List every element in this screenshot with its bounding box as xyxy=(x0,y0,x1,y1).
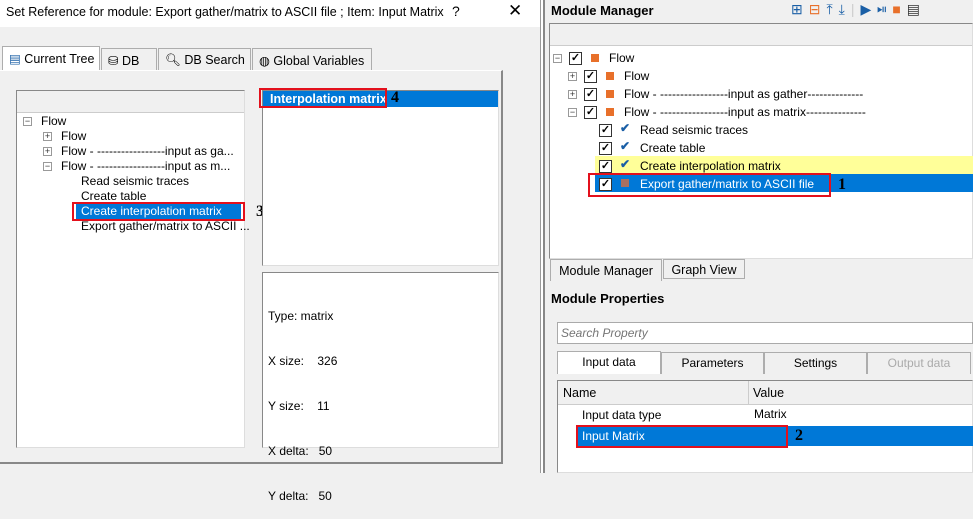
tree-item[interactable]: Flow - -----------------input as m... xyxy=(61,159,230,174)
dialog-title: Set Reference for module: Export gather/… xyxy=(6,5,444,19)
module-item[interactable]: Flow - -----------------input as matrix-… xyxy=(624,103,866,121)
module-manager-title: Module Manager xyxy=(551,3,654,18)
splitter[interactable] xyxy=(540,0,545,473)
annotation-box-2 xyxy=(576,425,788,448)
annotation-box-1 xyxy=(588,173,831,197)
module-properties-title: Module Properties xyxy=(551,291,665,306)
search-property-input[interactable] xyxy=(557,322,973,344)
info-line: Y delta: 50 xyxy=(268,489,332,503)
checkbox[interactable]: ✓ xyxy=(569,52,582,65)
checkbox[interactable]: ✓ xyxy=(599,124,612,137)
tree-icon: ▤ xyxy=(9,52,21,66)
module-item[interactable]: Flow xyxy=(624,67,649,85)
list-icon[interactable]: ▤ xyxy=(907,1,926,17)
info-panel: Type: matrix X size: 326 Y size: 11 X de… xyxy=(262,272,499,503)
annotation-label-4: 4 xyxy=(391,89,399,106)
help-button[interactable]: ? xyxy=(452,3,460,19)
info-line: X size: 326 xyxy=(268,354,338,368)
collapse-icon[interactable]: − xyxy=(43,162,52,171)
info-line: Type: matrix xyxy=(268,309,334,323)
tree-item[interactable]: Flow xyxy=(61,129,86,144)
module-square-icon xyxy=(606,108,614,116)
tab-global-variables[interactable]: ◍ Global Variables xyxy=(252,48,372,71)
tab-db-search[interactable]: 🔍︎ DB Search xyxy=(158,48,251,71)
search-icon: 🔍︎ xyxy=(165,53,181,67)
run-icon[interactable]: ▶ xyxy=(861,1,878,17)
checkbox[interactable]: ✓ xyxy=(599,160,612,173)
annotation-box-3 xyxy=(72,202,245,221)
expand-icon[interactable]: + xyxy=(568,72,577,81)
checkbox[interactable]: ✓ xyxy=(599,142,612,155)
check-icon: ✔ xyxy=(620,157,631,171)
module-square-icon xyxy=(606,72,614,80)
run-step-icon[interactable]: ⏯ xyxy=(877,1,892,17)
tab-module-manager[interactable]: Module Manager xyxy=(550,259,662,281)
expand-icon[interactable]: + xyxy=(43,132,52,141)
module-item[interactable]: Read seismic traces xyxy=(640,121,748,139)
database-icon: ⛁ xyxy=(108,54,119,68)
tab-graph-view[interactable]: Graph View xyxy=(663,259,745,279)
info-line: Y size: 11 xyxy=(268,399,330,413)
annotation-box-4 xyxy=(259,88,387,108)
items-list xyxy=(262,90,499,266)
tree-item[interactable]: Read seismic traces xyxy=(81,174,189,189)
add-module-icon[interactable]: ⊞ xyxy=(791,1,809,17)
module-item-flow[interactable]: Flow xyxy=(609,49,634,67)
toolbar: ⊞⊟⤒⤓|▶⏯■▤ xyxy=(791,1,927,17)
column-divider[interactable] xyxy=(748,381,749,405)
module-tree-header xyxy=(550,24,972,46)
globe-icon: ◍ xyxy=(259,54,270,68)
tree-item-flow[interactable]: Flow xyxy=(41,114,66,129)
tree-item[interactable]: Export gather/matrix to ASCII ... xyxy=(81,219,250,234)
annotation-label-1: 1 xyxy=(838,176,846,193)
tree-item[interactable]: Flow - -----------------input as ga... xyxy=(61,144,234,159)
info-line: X delta: 50 xyxy=(268,444,333,458)
tab-db[interactable]: ⛁ DB xyxy=(101,48,157,71)
move-down-icon[interactable]: ⤓ xyxy=(839,1,851,17)
expand-icon[interactable]: + xyxy=(43,147,52,156)
property-name[interactable]: Input data type xyxy=(582,408,661,422)
module-item[interactable]: Create table xyxy=(640,139,705,157)
tab-settings[interactable]: Settings xyxy=(764,352,867,374)
column-header-value[interactable]: Value xyxy=(753,386,784,400)
move-up-icon[interactable]: ⤒ xyxy=(826,1,838,17)
tab-output-data: Output data xyxy=(867,352,971,374)
collapse-icon[interactable]: − xyxy=(23,117,32,126)
stop-icon[interactable]: ■ xyxy=(892,1,906,17)
close-button[interactable]: ✕ xyxy=(508,1,522,21)
checkbox[interactable]: ✓ xyxy=(584,70,597,83)
module-item[interactable]: Flow - -----------------input as gather-… xyxy=(624,85,863,103)
tab-parameters[interactable]: Parameters xyxy=(661,352,764,374)
tree-header xyxy=(17,91,244,113)
tab-input-data[interactable]: Input data xyxy=(557,351,661,374)
module-square-icon xyxy=(606,90,614,98)
module-square-icon xyxy=(591,54,599,62)
checkbox[interactable]: ✓ xyxy=(584,88,597,101)
remove-module-icon[interactable]: ⊟ xyxy=(809,1,827,17)
property-value[interactable]: Matrix xyxy=(754,407,787,421)
annotation-label-2: 2 xyxy=(795,427,803,444)
expand-icon[interactable]: + xyxy=(568,90,577,99)
checkbox[interactable]: ✓ xyxy=(584,106,597,119)
tab-current-tree[interactable]: ▤ Current Tree xyxy=(2,46,100,71)
column-header-name[interactable]: Name xyxy=(563,386,596,400)
collapse-icon[interactable]: − xyxy=(568,108,577,117)
check-icon: ✔ xyxy=(620,121,631,135)
collapse-icon[interactable]: − xyxy=(553,54,562,63)
check-icon: ✔ xyxy=(620,139,631,153)
